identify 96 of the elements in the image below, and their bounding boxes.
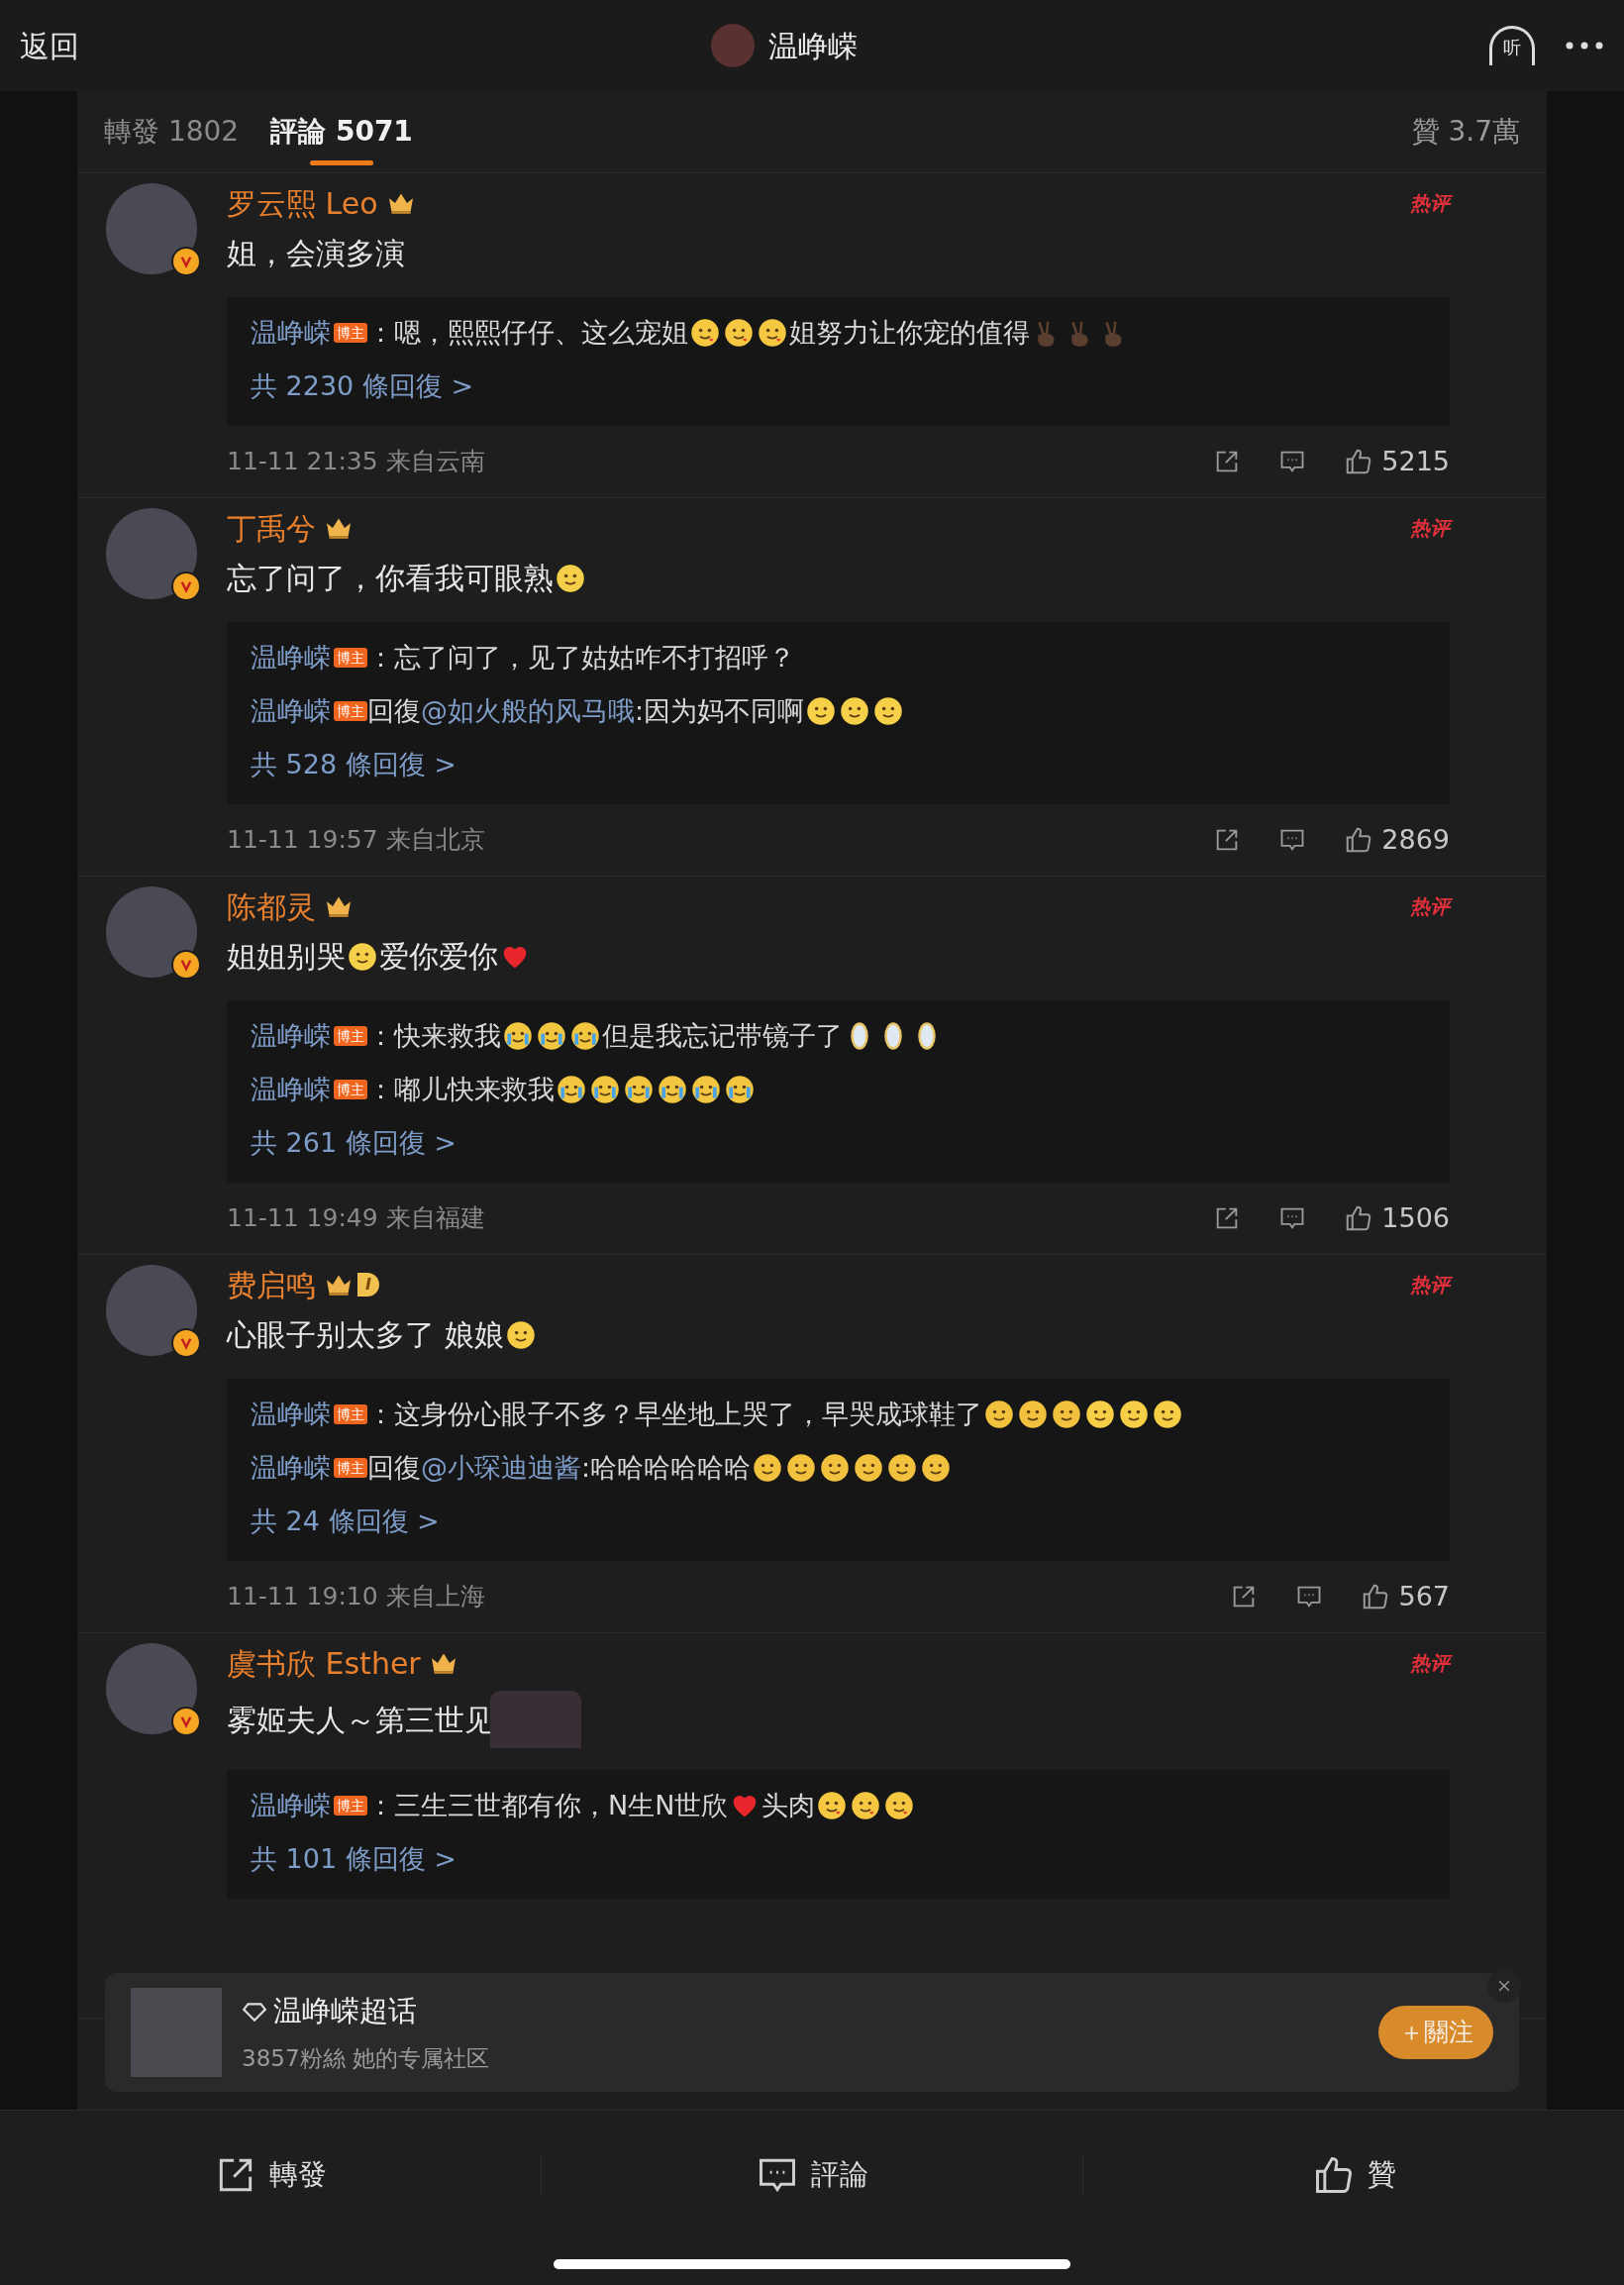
comment-location: 来自上海 (385, 1581, 485, 1613)
blushing-face-icon (758, 318, 787, 348)
comment-time: 11-11 19:10 (227, 1581, 378, 1613)
blushing-face-icon (690, 318, 720, 348)
author-badge: 博主 (334, 1026, 367, 1046)
commenter-name[interactable]: 陈都灵 (227, 883, 316, 929)
close-icon (1498, 1980, 1510, 1992)
author-badge: 博主 (334, 1796, 367, 1816)
crown-icon (324, 1273, 354, 1297)
more-replies-link[interactable]: 共 528 條回復 > (251, 743, 457, 786)
reply-author[interactable]: 温峥嵘 (251, 1784, 331, 1827)
supertopic-subtitle: 3857粉絲 她的专属社区 (242, 2043, 489, 2073)
comment-text: 姐努力让你宠的值得 (789, 316, 1030, 350)
mention-link[interactable]: @小琛迪迪酱 (421, 1446, 581, 1490)
smiling-face-icon (873, 696, 904, 726)
like-count: 567 (1398, 1579, 1450, 1613)
comment-text: :哈哈哈哈哈哈 (581, 1451, 752, 1485)
back-button[interactable]: 返回 (20, 23, 79, 68)
comment-text: 姐，会演多演 (227, 235, 405, 272)
tab[interactable]: 評論 5071 (270, 91, 413, 173)
comment-location: 来自云南 (385, 446, 485, 478)
crying-face-icon (691, 1075, 721, 1104)
reply-author[interactable]: 温峥嵘 (251, 311, 331, 355)
reply-author[interactable]: 温峥嵘 (251, 636, 331, 679)
blushing-face-icon (851, 1791, 881, 1820)
comment-text: 但是我忘记带镜子了 (602, 1019, 843, 1053)
reply-author[interactable]: 温峥嵘 (251, 689, 331, 733)
smiling-face-icon (840, 696, 870, 726)
commenter-name[interactable]: 罗云熙 Leo (227, 180, 378, 226)
more-replies-link[interactable]: 共 2230 條回復 > (251, 364, 474, 408)
reply-author[interactable]: 温峥嵘 (251, 1068, 331, 1111)
supertopic-title: 温峥嵘超话 (273, 1993, 417, 2029)
commenter-name[interactable]: 丁禹兮 (227, 505, 316, 551)
reply-author[interactable]: 温峥嵘 (251, 1393, 331, 1436)
crying-face-icon (590, 1075, 620, 1104)
page-title: 温峥嵘 (768, 27, 858, 65)
comment-text: 姐姐别哭 (227, 938, 346, 976)
comment-time: 11-11 19:57 (227, 824, 378, 857)
comment-location: 来自北京 (385, 824, 485, 857)
crown-icon (324, 894, 354, 918)
action-button[interactable]: 轉發 (214, 2153, 327, 2197)
reply-author[interactable]: 温峥嵘 (251, 1014, 331, 1058)
reply-author[interactable]: 温峥嵘 (251, 1446, 331, 1490)
blushing-face-icon (724, 318, 754, 348)
comment-text: 回復 (367, 1451, 421, 1485)
comment-text: ：三生三世都有你，N生N世欣 (367, 1789, 729, 1822)
likes-total: 贊 3.7萬 (1411, 114, 1520, 150)
close-button[interactable] (1487, 1969, 1521, 2003)
comment-time: 11-11 19:49 (227, 1202, 378, 1235)
author-badge: 博主 (334, 323, 367, 343)
comment-text: ：嘟儿快来救我 (367, 1073, 555, 1106)
comment-text: 头肉 (761, 1789, 816, 1822)
like-count: 1506 (1381, 1200, 1450, 1235)
author-badge: 博主 (334, 701, 367, 721)
supertopic-card[interactable]: 温峥嵘超话 3857粉絲 她的专属社区 ＋關注 (105, 1973, 1519, 2092)
commenter-name[interactable]: 费启鸣 (227, 1262, 316, 1307)
blushing-face-icon (817, 1791, 848, 1820)
level-badge: I (357, 1273, 379, 1297)
smiling-face-icon (806, 696, 837, 726)
comment-text: 忘了问了，你看我可眼熟 (227, 560, 554, 597)
more-replies-link[interactable]: 共 261 條回復 > (251, 1121, 457, 1165)
crying-face-icon (557, 1075, 586, 1104)
comment-text: ：嗯，熙熙仔仔、这么宠姐 (367, 316, 688, 350)
author-badge: 博主 (334, 1080, 367, 1099)
tab[interactable]: 轉發 1802 (104, 91, 240, 173)
more-replies-link[interactable]: 共 24 條回復 > (251, 1500, 440, 1543)
comment-text: 心眼子别太多了 娘娘 (227, 1316, 504, 1354)
listen-button[interactable]: 听 (1489, 26, 1535, 65)
crying-face-icon (503, 1021, 533, 1051)
commenter-name[interactable]: 虞书欣 Esther (227, 1640, 421, 1686)
more-icon[interactable] (1565, 41, 1604, 51)
comment-text: ：忘了问了，见了姑姑咋不打招呼？ (367, 641, 795, 675)
comment-text: 回復 (367, 694, 421, 728)
author-badge: 博主 (334, 1404, 367, 1424)
comment-text: ：快来救我 (367, 1019, 501, 1053)
comment-text: :因为妈不同啊 (635, 694, 805, 728)
crown-icon (324, 516, 354, 540)
diamond-icon (242, 2000, 267, 2023)
comment-location: 来自福建 (385, 1202, 485, 1235)
more-replies-link[interactable]: 共 101 條回復 > (251, 1837, 457, 1881)
crying-face-icon (570, 1021, 600, 1051)
author-badge: 博主 (334, 648, 367, 668)
crying-face-icon (725, 1075, 755, 1104)
crying-face-icon (658, 1075, 687, 1104)
action-button[interactable]: 評論 (756, 2153, 868, 2197)
comment-text: ：这身份心眼子不多？早坐地上哭了，早哭成球鞋了 (367, 1398, 982, 1431)
crying-face-icon (537, 1021, 566, 1051)
action-button[interactable]: 贊 (1311, 2153, 1396, 2197)
like-count: 5215 (1381, 444, 1450, 478)
author-badge: 博主 (334, 1458, 367, 1478)
blushing-face-icon (884, 1791, 915, 1820)
comment-text: 爱你爱你 (379, 938, 498, 976)
crying-face-icon (624, 1075, 654, 1104)
like-count: 2869 (1381, 822, 1450, 857)
mention-link[interactable]: @如火般的风马哦 (421, 689, 635, 733)
comment-time: 11-11 21:35 (227, 446, 378, 478)
